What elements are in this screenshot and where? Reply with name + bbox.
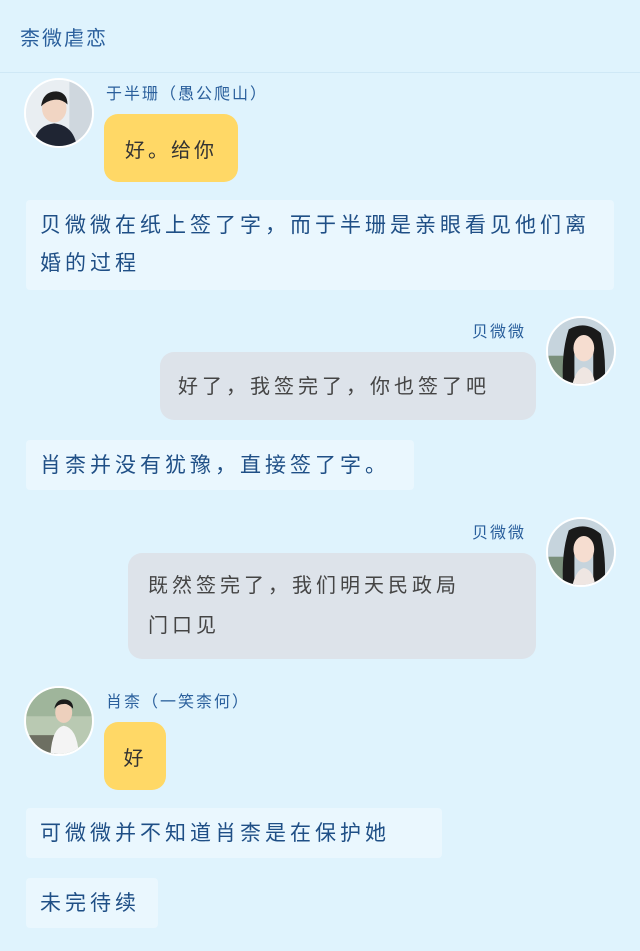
- message-bubble[interactable]: 既然签完了，我们明天民政局 门口见: [128, 553, 536, 659]
- message-bubble[interactable]: 好了，我签完了，你也签了吧: [160, 352, 536, 420]
- sender-name: 肖柰（一笑柰何）: [106, 692, 251, 711]
- avatar-xiao-nai-icon: [26, 688, 92, 754]
- message-bubble[interactable]: 好: [104, 722, 166, 790]
- sender-name: 贝微微: [472, 322, 527, 341]
- avatar[interactable]: [546, 316, 616, 386]
- narration-text: 贝微微在纸上签了字，而于半珊是亲眼看见他们离婚的过程: [26, 200, 614, 290]
- narration-text: 未完待续: [26, 878, 158, 928]
- avatar-bei-weiwei-icon: [548, 318, 614, 384]
- message-bubble[interactable]: 好。给你: [104, 114, 238, 182]
- avatar-bei-weiwei-icon: [548, 519, 614, 585]
- sender-name: 贝微微: [472, 523, 527, 542]
- sender-name: 于半珊（愚公爬山）: [106, 84, 269, 103]
- message-line: 既然签完了，我们明天民政局: [148, 573, 460, 597]
- avatar[interactable]: [546, 517, 616, 587]
- chat-title: 柰微虐恋: [20, 26, 108, 50]
- avatar-yu-banshan-icon: [26, 80, 92, 146]
- narration-text: 可微微并不知道肖柰是在保护她: [26, 808, 442, 858]
- header-divider: [0, 72, 640, 73]
- message-line: 门口见: [148, 613, 220, 637]
- avatar[interactable]: [24, 686, 94, 756]
- narration-text: 肖柰并没有犹豫，直接签了字。: [26, 440, 414, 490]
- avatar[interactable]: [24, 78, 94, 148]
